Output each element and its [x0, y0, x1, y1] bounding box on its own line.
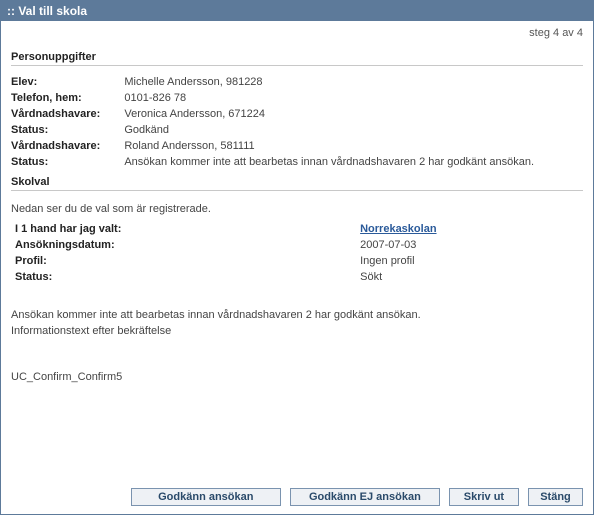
date-value: 2007-07-03 — [360, 237, 583, 253]
skolval-intro: Nedan ser du de val som är registrerade. — [11, 203, 583, 215]
close-button[interactable]: Stäng — [528, 488, 583, 506]
button-row: Godkänn ansökan Godkänn EJ ansökan Skriv… — [11, 478, 583, 506]
status2-label: Status: — [11, 154, 124, 170]
date-label: Ansökningsdatum: — [15, 237, 360, 253]
status1-label: Status: — [11, 122, 124, 138]
elev-label: Elev: — [11, 74, 124, 90]
status1-value: Godkänd — [124, 122, 583, 138]
section-skolval-header: Skolval — [11, 176, 583, 191]
telefon-label: Telefon, hem: — [11, 90, 124, 106]
profile-label: Profil: — [15, 253, 360, 269]
vardnadshavare1-label: Vårdnadshavare: — [11, 106, 124, 122]
profile-value: Ingen profil — [360, 253, 583, 269]
skolval-status-label: Status: — [15, 269, 360, 285]
content: steg 4 av 4 Personuppgifter Elev: Michel… — [1, 21, 593, 514]
section-personuppgifter-header: Personuppgifter — [11, 51, 583, 66]
note-line2: Informationstext efter bekräftelse — [11, 325, 583, 337]
window: :: Val till skola steg 4 av 4 Personuppg… — [0, 0, 594, 515]
personuppgifter-fields: Elev: Michelle Andersson, 981228 Telefon… — [11, 74, 583, 170]
reject-button[interactable]: Godkänn EJ ansökan — [290, 488, 440, 506]
skolval-status-value: Sökt — [360, 269, 583, 285]
elev-value: Michelle Andersson, 981228 — [124, 74, 583, 90]
status2-value: Ansökan kommer inte att bearbetas innan … — [124, 154, 583, 170]
print-button[interactable]: Skriv ut — [449, 488, 519, 506]
approve-button[interactable]: Godkänn ansökan — [131, 488, 281, 506]
step-indicator: steg 4 av 4 — [11, 27, 583, 39]
skolval-fields: I 1 hand har jag valt: Norrekaskolan Ans… — [15, 221, 583, 285]
vardnadshavare2-label: Vårdnadshavare: — [11, 138, 124, 154]
choice-label: I 1 hand har jag valt: — [15, 221, 360, 237]
vardnadshavare2-value: Roland Andersson, 581111 — [124, 138, 583, 154]
titlebar: :: Val till skola — [1, 1, 593, 21]
code-text: UC_Confirm_Confirm5 — [11, 371, 583, 383]
notes: Ansökan kommer inte att bearbetas innan … — [11, 309, 583, 341]
choice-link[interactable]: Norrekaskolan — [360, 223, 436, 235]
telefon-value: 0101-826 78 — [124, 90, 583, 106]
note-line1: Ansökan kommer inte att bearbetas innan … — [11, 309, 583, 321]
vardnadshavare1-value: Veronica Andersson, 671224 — [124, 106, 583, 122]
